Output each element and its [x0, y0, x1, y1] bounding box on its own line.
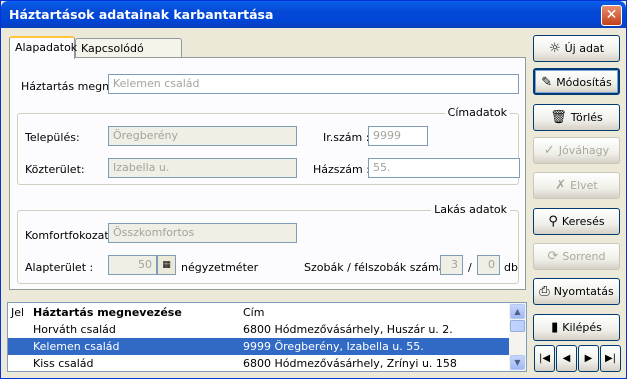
area-label: Alapterület : — [25, 261, 94, 274]
header-name[interactable]: Háztartás megnevezése — [33, 306, 182, 319]
settlement-field[interactable]: Öregberény — [108, 126, 297, 146]
table-header: Jel Háztartás megnevezése Cím — [8, 304, 511, 321]
house-number-field[interactable]: 55. — [368, 158, 520, 178]
header-address[interactable]: Cím — [243, 306, 264, 319]
street-field[interactable]: Izabella u. — [108, 158, 297, 178]
dwelling-group-title: Lakás adatok — [431, 203, 510, 216]
nav-last-button[interactable]: ▶| — [600, 345, 621, 372]
print-button[interactable]: ⎙ Nyomtatás — [533, 278, 620, 305]
rooms-label: Szobák / félszobák száma : — [304, 261, 453, 274]
row-address: 6800 Hódmezővásárhely, Zrínyi u. 158 — [243, 357, 457, 370]
tab-alapadatok[interactable]: Alapadatok — [9, 36, 78, 59]
half-rooms-field[interactable]: 0 — [477, 255, 500, 275]
tab-panel: Háztartás megn.: Kelemen család Címadato… — [9, 57, 526, 290]
rooms-unit: db — [504, 261, 518, 274]
refresh-icon: ⟳ — [547, 249, 559, 264]
main-window: Háztartások adatainak karbantartása ✕ Al… — [0, 0, 627, 379]
search-icon: ⚲ — [548, 214, 558, 229]
tab-label: Alapadatok — [15, 41, 78, 54]
printer-icon: ⎙ — [539, 284, 550, 299]
edit-icon: ✎ — [541, 75, 553, 90]
house-number-label: Házszám : — [313, 163, 370, 176]
rooms-separator: / — [468, 261, 472, 274]
header-mark: Jel — [11, 306, 25, 319]
address-group-title: Címadatok — [444, 106, 510, 119]
household-name-field[interactable]: Kelemen család — [108, 74, 519, 94]
settlement-label: Település: — [25, 131, 80, 144]
scroll-thumb[interactable] — [510, 320, 525, 332]
search-label: Keresés — [561, 215, 605, 228]
trash-icon: 🗑 — [550, 110, 567, 125]
exit-button[interactable]: ▮ Kilépés — [533, 314, 620, 341]
print-label: Nyomtatás — [553, 285, 614, 298]
area-unit: négyzetméter — [181, 261, 259, 274]
modify-label: Módosítás — [556, 76, 612, 89]
delete-label: Törlés — [570, 111, 603, 124]
household-table: Jel Háztartás megnevezése Cím Horváth cs… — [7, 302, 527, 372]
rooms-field[interactable]: 3 — [440, 255, 463, 275]
title-bar[interactable]: Háztartások adatainak karbantartása ✕ — [1, 1, 626, 28]
exit-label: Kilépés — [562, 321, 602, 334]
approve-button[interactable]: ✓ Jóváhagy — [533, 137, 620, 164]
window-title: Háztartások adatainak karbantartása — [9, 7, 274, 22]
tab-kapcsolodo-adatok[interactable]: Kapcsolódó adatok — [75, 38, 182, 68]
row-address: 6800 Hódmezővásárhely, Huszár u. 2. — [243, 323, 453, 336]
search-button[interactable]: ⚲ Keresés — [533, 208, 620, 235]
table-row[interactable]: Kiss család 6800 Hódmezővásárhely, Zríny… — [8, 355, 511, 371]
modify-button[interactable]: ✎ Módosítás — [533, 68, 620, 95]
zip-label: Ir.szám : — [323, 131, 370, 144]
comfort-field[interactable]: Összkomfortos — [108, 223, 297, 243]
new-label: Új adat — [564, 42, 605, 55]
delete-button[interactable]: 🗑 Törlés — [533, 104, 620, 131]
approve-label: Jóváhagy — [558, 144, 610, 157]
scroll-up-icon[interactable]: ▲ — [510, 304, 525, 319]
nav-prev-button[interactable]: ◀ — [556, 345, 577, 372]
zip-field[interactable]: 9999 — [368, 126, 428, 146]
street-label: Közterület: — [25, 163, 85, 176]
row-address: 9999 Öregberény, Izabella u. 55. — [243, 340, 424, 353]
area-field[interactable]: 50 — [108, 255, 157, 275]
discard-label: Elvet — [570, 179, 598, 192]
sort-label: Sorrend — [562, 250, 606, 263]
household-name-label: Háztartás megn.: — [21, 80, 117, 93]
new-data-button[interactable]: ☼ Új adat — [533, 35, 620, 62]
scroll-down-icon[interactable]: ▼ — [510, 355, 525, 370]
table-row[interactable]: Horváth család 6800 Hódmezővásárhely, Hu… — [8, 321, 511, 338]
exit-door-icon: ▮ — [551, 320, 559, 335]
table-row-selected[interactable]: Kelemen család 9999 Öregberény, Izabella… — [8, 338, 511, 355]
discard-button[interactable]: ✗ Elvet — [533, 172, 620, 199]
row-name: Horváth család — [33, 323, 116, 336]
check-icon: ✓ — [543, 143, 555, 158]
sort-button[interactable]: ⟳ Sorrend — [533, 243, 620, 270]
new-icon: ☼ — [548, 41, 561, 56]
close-icon[interactable]: ✕ — [601, 5, 622, 26]
nav-next-button[interactable]: ▶ — [578, 345, 599, 372]
row-name: Kelemen család — [33, 340, 120, 353]
nav-first-button[interactable]: |◀ — [534, 345, 555, 372]
calculator-icon[interactable]: ▦ — [157, 255, 176, 275]
comfort-label: Komfortfokozat : — [25, 229, 116, 242]
row-name: Kiss család — [33, 357, 94, 370]
x-icon: ✗ — [555, 178, 567, 193]
vertical-scrollbar[interactable]: ▲ ▼ — [509, 303, 526, 371]
